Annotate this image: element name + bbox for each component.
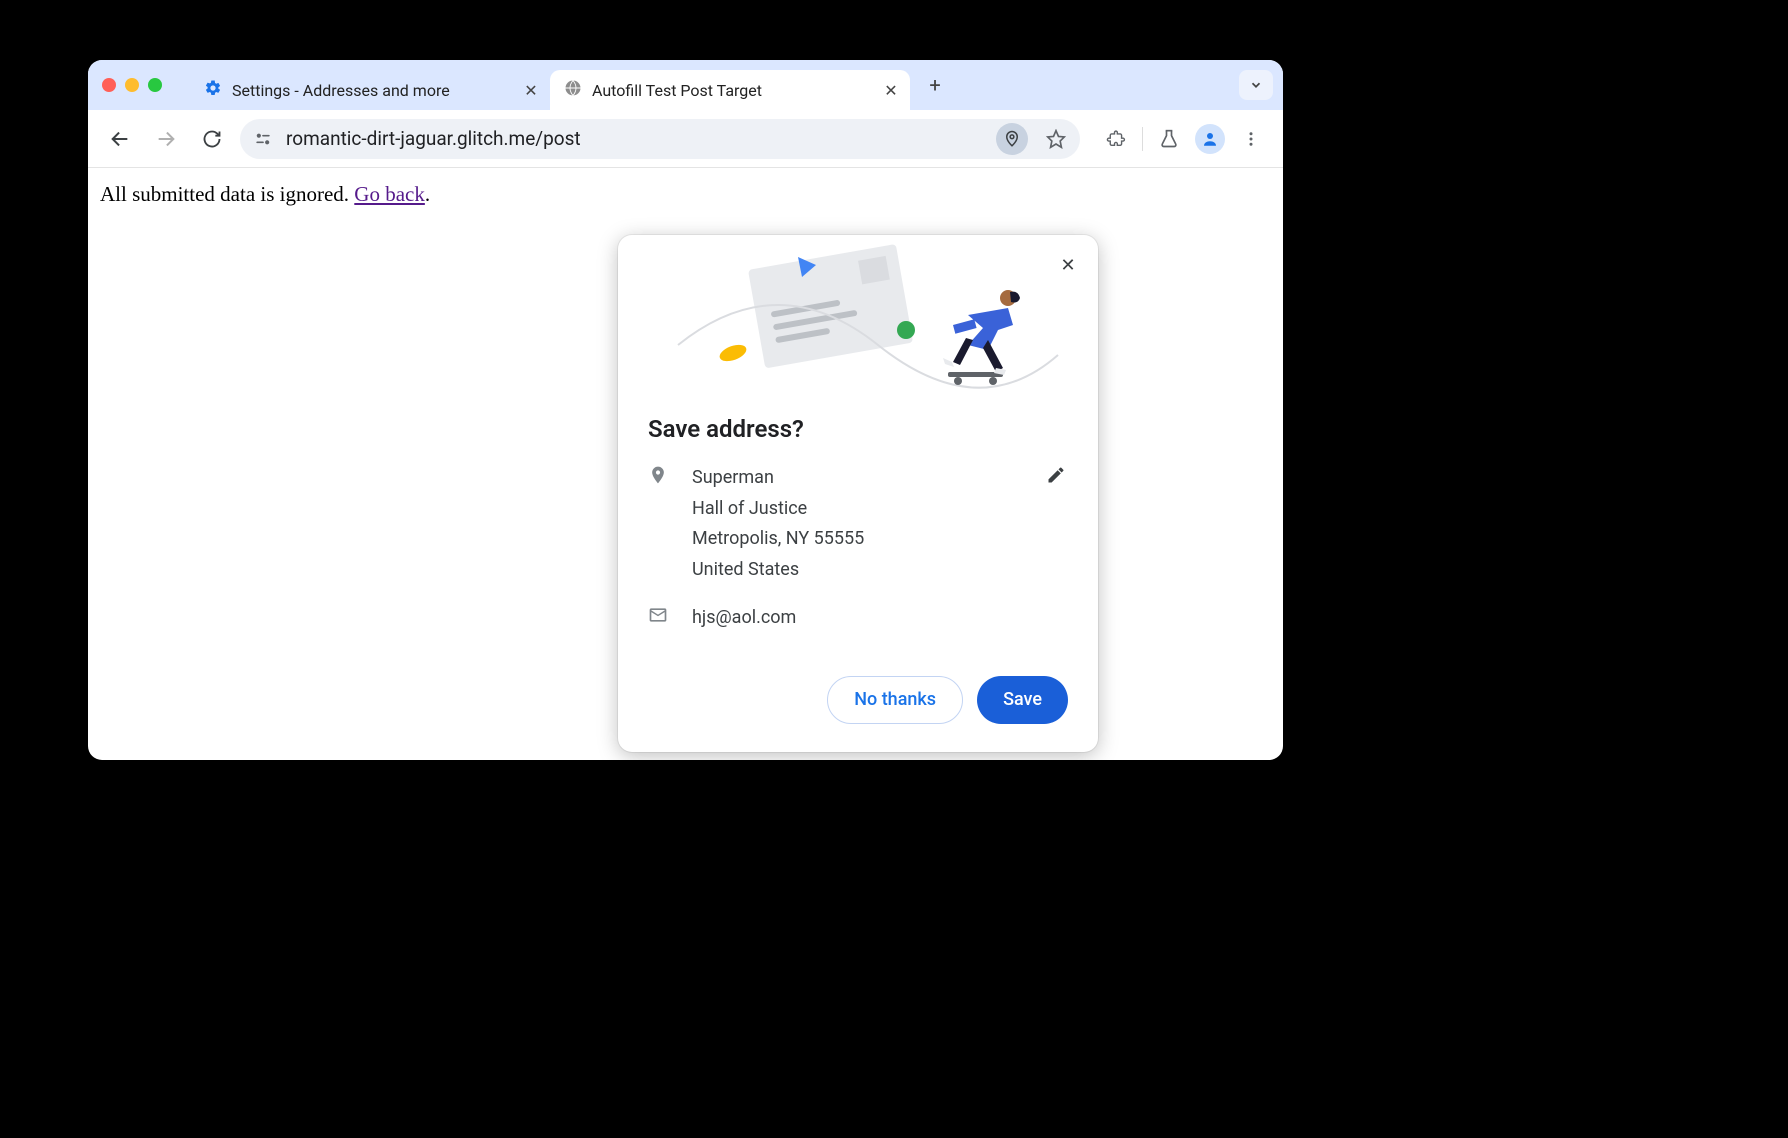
browser-toolbar: romantic-dirt-jaguar.glitch.me/post xyxy=(88,110,1283,168)
address-bar[interactable]: romantic-dirt-jaguar.glitch.me/post xyxy=(240,119,1080,159)
address-line1: Hall of Justice xyxy=(692,494,1022,525)
location-pin-icon[interactable] xyxy=(996,123,1028,155)
extensions-icon[interactable] xyxy=(1098,121,1134,157)
reload-button[interactable] xyxy=(194,121,230,157)
address-text: Superman Hall of Justice Metropolis, NY … xyxy=(692,463,1022,585)
dialog-actions: No thanks Save xyxy=(618,652,1098,724)
email-text: hjs@aol.com xyxy=(692,603,1068,634)
tabs-dropdown-button[interactable] xyxy=(1239,70,1273,100)
email-row: hjs@aol.com xyxy=(648,603,1068,634)
page-text: All submitted data is ignored. xyxy=(100,182,354,206)
address-country: United States xyxy=(692,555,1022,586)
save-button[interactable]: Save xyxy=(977,676,1068,724)
address-line2: Metropolis, NY 55555 xyxy=(692,524,1022,555)
tab-title: Autofill Test Post Target xyxy=(592,81,872,100)
save-address-dialog: ✕ xyxy=(618,235,1098,752)
window-controls xyxy=(102,78,162,92)
tab-strip: Settings - Addresses and more ✕ Autofill… xyxy=(88,60,1283,110)
close-tab-button[interactable]: ✕ xyxy=(522,81,540,99)
tab-autofill-test[interactable]: Autofill Test Post Target ✕ xyxy=(550,70,910,110)
globe-icon xyxy=(564,79,582,101)
page-text-suffix: . xyxy=(425,182,430,206)
page-content: All submitted data is ignored. Go back. xyxy=(88,168,1283,221)
close-tab-button[interactable]: ✕ xyxy=(882,81,900,99)
profile-avatar[interactable] xyxy=(1195,124,1225,154)
close-window-button[interactable] xyxy=(102,78,116,92)
forward-button[interactable] xyxy=(148,121,184,157)
back-button[interactable] xyxy=(102,121,138,157)
gear-icon xyxy=(204,79,222,101)
location-pin-icon xyxy=(648,465,670,489)
toolbar-divider xyxy=(1142,127,1143,151)
no-thanks-button[interactable]: No thanks xyxy=(827,676,963,724)
minimize-window-button[interactable] xyxy=(125,78,139,92)
go-back-link[interactable]: Go back xyxy=(354,182,425,206)
overflow-menu-icon[interactable] xyxy=(1233,121,1269,157)
labs-icon[interactable] xyxy=(1151,121,1187,157)
maximize-window-button[interactable] xyxy=(148,78,162,92)
address-name: Superman xyxy=(692,463,1022,494)
new-tab-button[interactable]: + xyxy=(920,70,950,100)
tab-settings[interactable]: Settings - Addresses and more ✕ xyxy=(190,70,550,110)
dialog-illustration xyxy=(618,235,1098,405)
edit-button[interactable] xyxy=(1044,463,1068,487)
address-row: Superman Hall of Justice Metropolis, NY … xyxy=(648,463,1068,585)
browser-window: Settings - Addresses and more ✕ Autofill… xyxy=(88,60,1283,760)
dialog-title: Save address? xyxy=(648,415,1068,443)
site-settings-icon[interactable] xyxy=(252,128,274,150)
mail-icon xyxy=(648,605,670,629)
bookmark-star-icon[interactable] xyxy=(1040,123,1072,155)
tab-title: Settings - Addresses and more xyxy=(232,81,512,100)
url-text: romantic-dirt-jaguar.glitch.me/post xyxy=(286,127,984,150)
